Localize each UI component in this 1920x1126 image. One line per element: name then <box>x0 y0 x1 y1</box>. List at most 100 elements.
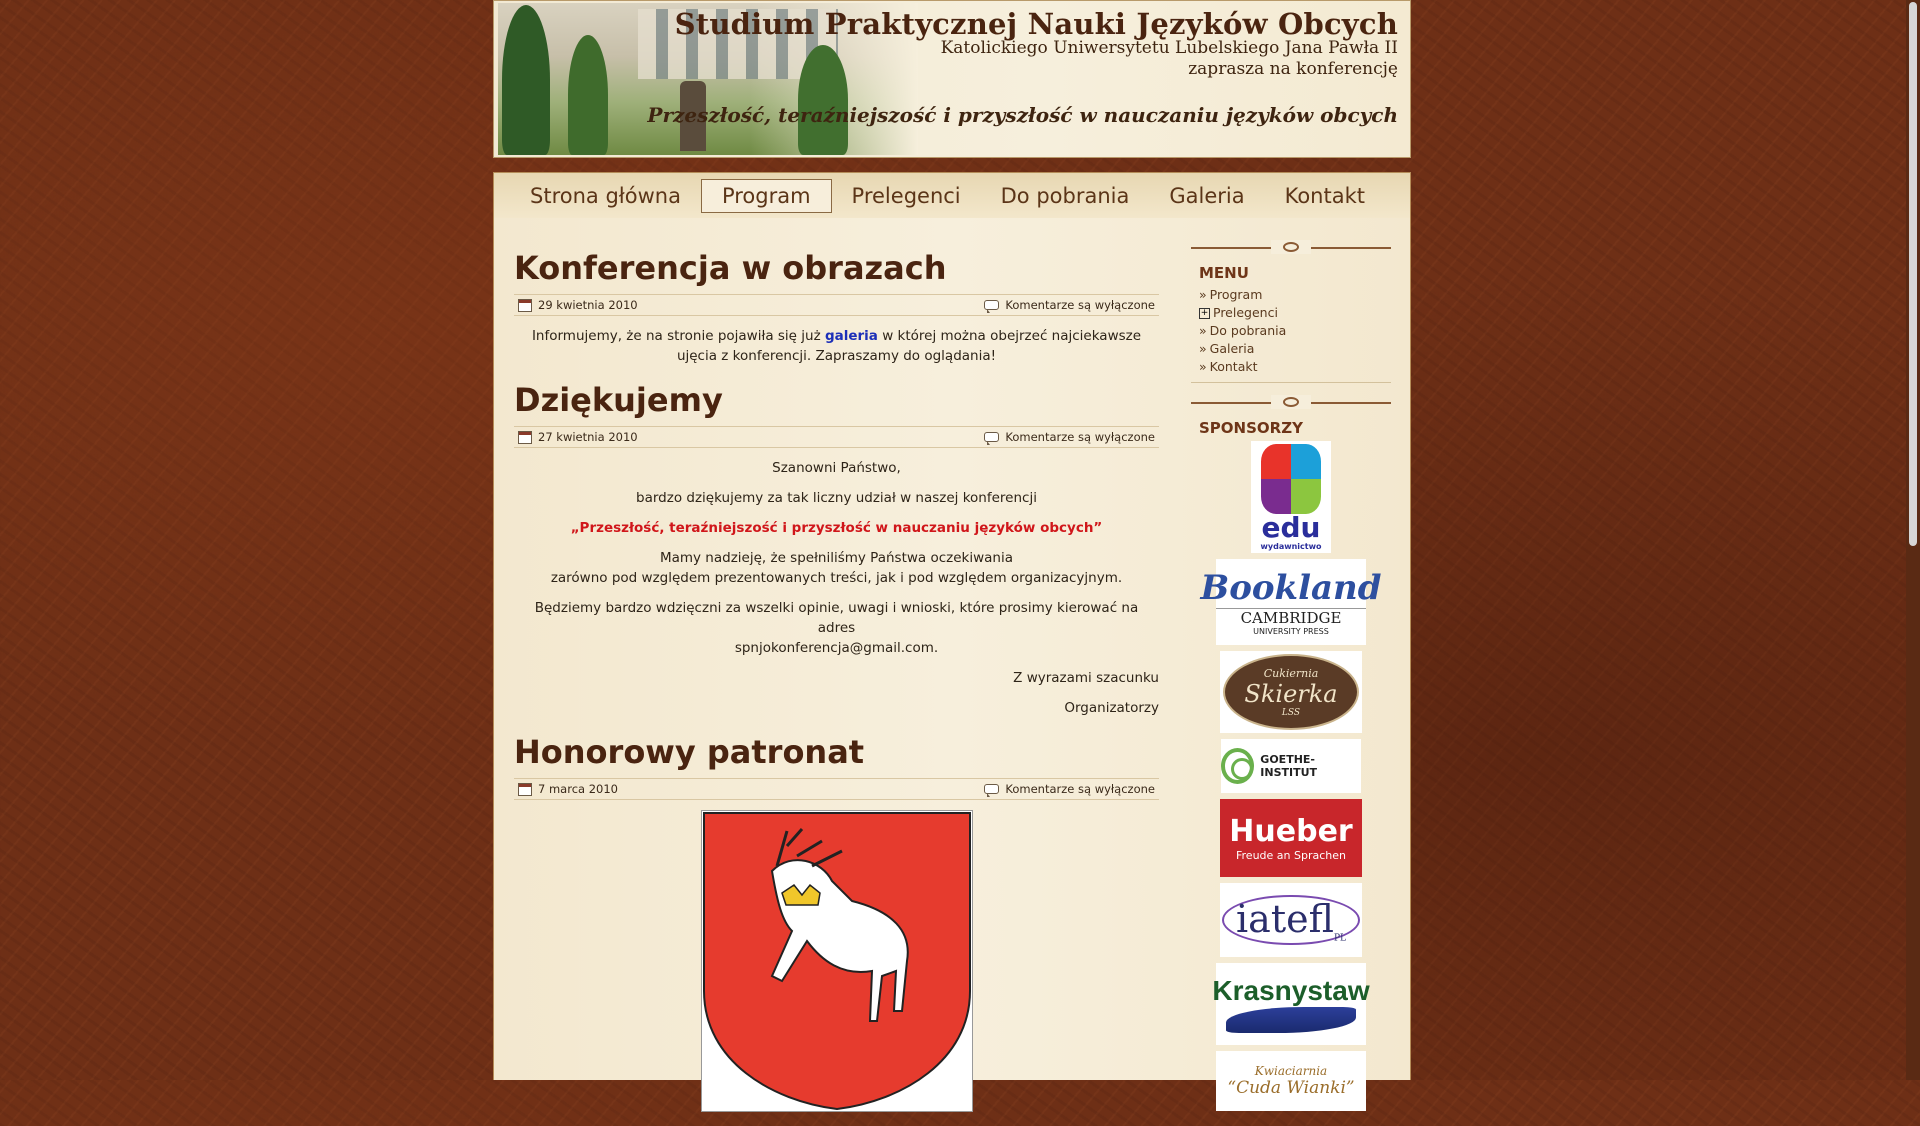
conference-title-quote: „Przeszłość, teraźniejszość i przyszłość… <box>570 520 1103 536</box>
main-column: Konferencja w obrazach 29 kwietnia 2010 … <box>514 248 1159 1126</box>
sponsor-logo-krasnystaw[interactable]: Krasnystaw <box>1212 963 1370 1045</box>
logo-text: LSS <box>1281 707 1301 718</box>
comment-icon <box>984 300 1000 313</box>
comments-status: Komentarze są wyłączone <box>1005 430 1155 444</box>
post-dziekujemy: Dziękujemy 27 kwietnia 2010 Komentarze s… <box>514 380 1159 718</box>
logo-text: Kwiaciarnia <box>1254 1064 1328 1078</box>
sponsor-logo-skierka[interactable]: Cukiernia Skierka LSS <box>1220 651 1362 733</box>
nav-strona-glowna[interactable]: Strona główna <box>510 180 701 212</box>
edu-mark-icon <box>1261 443 1321 514</box>
divider <box>1191 382 1391 383</box>
logo-text: UNIVERSITY PRESS <box>1253 627 1329 636</box>
coat-of-arms-image <box>700 810 973 1112</box>
sidebar-item-prelegenci[interactable]: + Prelegenci <box>1199 304 1391 322</box>
signoff: Z wyrazami szacunku <box>1013 670 1159 686</box>
comments-status: Komentarze są wyłączone <box>1005 298 1155 312</box>
sidebar-item-do-pobrania[interactable]: » Do pobrania <box>1199 322 1391 340</box>
post-meta: 7 marca 2010 Komentarze są wyłączone <box>514 778 1159 800</box>
post-title[interactable]: Konferencja w obrazach <box>514 248 1159 288</box>
post-konferencja: Konferencja w obrazach 29 kwietnia 2010 … <box>514 248 1159 366</box>
sidebar-item-kontakt[interactable]: » Kontakt <box>1199 358 1391 376</box>
comment-icon <box>984 784 1000 797</box>
sidebar: MENU » Program + Prelegenci » Do pobrani… <box>1191 238 1391 1117</box>
nav-do-pobrania[interactable]: Do pobrania <box>981 180 1150 212</box>
nav-galeria[interactable]: Galeria <box>1149 180 1264 212</box>
ornament-divider <box>1191 393 1391 413</box>
post-honorowy-patronat: Honorowy patronat 7 marca 2010 Komentarz… <box>514 732 1159 1112</box>
sidebar-item-label: Kontakt <box>1209 359 1258 374</box>
conference-slogan: Przeszłość, teraźniejszość i przyszłość … <box>647 103 1398 127</box>
email-address: spnjokonferencja@gmail.com. <box>734 640 939 656</box>
bullet-icon: » <box>1199 359 1207 374</box>
content-area: Konferencja w obrazach 29 kwietnia 2010 … <box>493 218 1411 1112</box>
expand-plus-icon[interactable]: + <box>1199 307 1210 319</box>
sidebar-item-label: Program <box>1209 287 1263 302</box>
paragraph: Będziemy bardzo wdzięczni za wszelki opi… <box>534 600 1139 636</box>
sidebar-menu: » Program + Prelegenci » Do pobrania » G… <box>1199 286 1391 376</box>
post-title[interactable]: Dziękujemy <box>514 380 1159 420</box>
post-date: 27 kwietnia 2010 <box>538 430 638 444</box>
scrollbar-thumb[interactable] <box>1909 2 1917 546</box>
paragraph: Mamy nadzieję, że spełniliśmy Państwa oc… <box>659 550 1014 566</box>
comment-icon <box>984 432 1000 445</box>
main-nav: Strona główna Program Prelegenci Do pobr… <box>493 172 1411 218</box>
sponsor-logo-edu[interactable]: edu wydawnictwo <box>1251 441 1331 553</box>
sponsor-logo-hueber[interactable]: Hueber Freude an Sprachen <box>1220 799 1362 877</box>
bullet-icon: » <box>1199 287 1207 302</box>
post-title[interactable]: Honorowy patronat <box>514 732 1159 772</box>
logo-text: Freude an Sprachen <box>1236 849 1346 862</box>
greeting: Szanowni Państwo, <box>772 460 901 476</box>
bullet-icon: » <box>1199 341 1207 356</box>
sidebar-item-program[interactable]: » Program <box>1199 286 1391 304</box>
logo-text: “Cuda Wianki” <box>1227 1078 1355 1098</box>
logo-text: PL <box>1333 933 1346 944</box>
sidebar-item-label: Galeria <box>1209 341 1255 356</box>
sponsor-logo-goethe[interactable]: GOETHE-INSTITUT <box>1221 739 1361 793</box>
paragraph: zarówno pod względem prezentowanych treś… <box>550 570 1123 586</box>
river-wave-icon <box>1226 1007 1356 1033</box>
calendar-icon <box>518 782 532 796</box>
logo-text: Bookland <box>1200 568 1382 608</box>
sponsors-title: SPONSORZY <box>1199 419 1303 437</box>
calendar-icon <box>518 430 532 444</box>
post-meta: 29 kwietnia 2010 Komentarze są wyłączone <box>514 294 1159 316</box>
sidebar-item-label: Prelegenci <box>1213 305 1278 320</box>
logo-text: Krasnystaw <box>1212 975 1370 1006</box>
nav-prelegenci[interactable]: Prelegenci <box>832 180 981 212</box>
post-body: Informujemy, że na stronie pojawiła się … <box>514 316 1159 366</box>
paragraph: bardzo dziękujemy za tak liczny udział w… <box>636 490 1037 506</box>
bullet-icon: » <box>1199 323 1207 338</box>
site-invitation: zaprasza na konferencję <box>1188 59 1398 79</box>
nav-program[interactable]: Program <box>700 178 832 213</box>
logo-text: edu <box>1261 510 1321 544</box>
calendar-icon <box>518 298 532 312</box>
page-scrollbar[interactable] <box>1906 0 1920 1080</box>
ornament-divider <box>1191 238 1391 258</box>
sidebar-item-label: Do pobrania <box>1209 323 1287 338</box>
logo-text: Hueber <box>1229 814 1353 849</box>
logo-text: Skierka <box>1244 679 1338 708</box>
page: Studium Praktycznej Nauki Języków Obcych… <box>493 0 1411 1112</box>
post-body: Szanowni Państwo, bardzo dziękujemy za t… <box>514 448 1159 718</box>
sponsor-logo-kwiaciarnia[interactable]: Kwiaciarnia “Cuda Wianki” <box>1216 1051 1366 1111</box>
logo-text: GOETHE-INSTITUT <box>1260 753 1318 779</box>
menu-title: MENU <box>1199 264 1249 282</box>
site-title: Studium Praktycznej Nauki Języków Obcych <box>674 7 1398 41</box>
sponsor-logo-iatefl[interactable]: iateflPL <box>1220 883 1362 957</box>
comments-status: Komentarze są wyłączone <box>1005 782 1155 796</box>
nav-kontakt[interactable]: Kontakt <box>1265 180 1385 212</box>
sponsor-logo-bookland-cambridge[interactable]: Bookland CAMBRIDGE UNIVERSITY PRESS <box>1200 559 1382 645</box>
goethe-ring-icon <box>1221 748 1255 784</box>
logo-text: iatefl <box>1236 896 1334 941</box>
sidebar-item-galeria[interactable]: » Galeria <box>1199 340 1391 358</box>
galeria-link[interactable]: galeria <box>825 328 878 344</box>
signature: Organizatorzy <box>1064 700 1159 716</box>
post-date: 29 kwietnia 2010 <box>538 298 638 312</box>
post-meta: 27 kwietnia 2010 Komentarze są wyłączone <box>514 426 1159 448</box>
site-subtitle: Katolickiego Uniwersytetu Lubelskiego Ja… <box>940 38 1398 58</box>
logo-text: CAMBRIDGE <box>1216 608 1366 627</box>
logo-text: Cukiernia <box>1263 666 1319 680</box>
post-date: 7 marca 2010 <box>538 782 618 796</box>
post-text: Informujemy, że na stronie pojawiła się … <box>531 328 821 344</box>
header-banner: Studium Praktycznej Nauki Języków Obcych… <box>493 0 1411 158</box>
